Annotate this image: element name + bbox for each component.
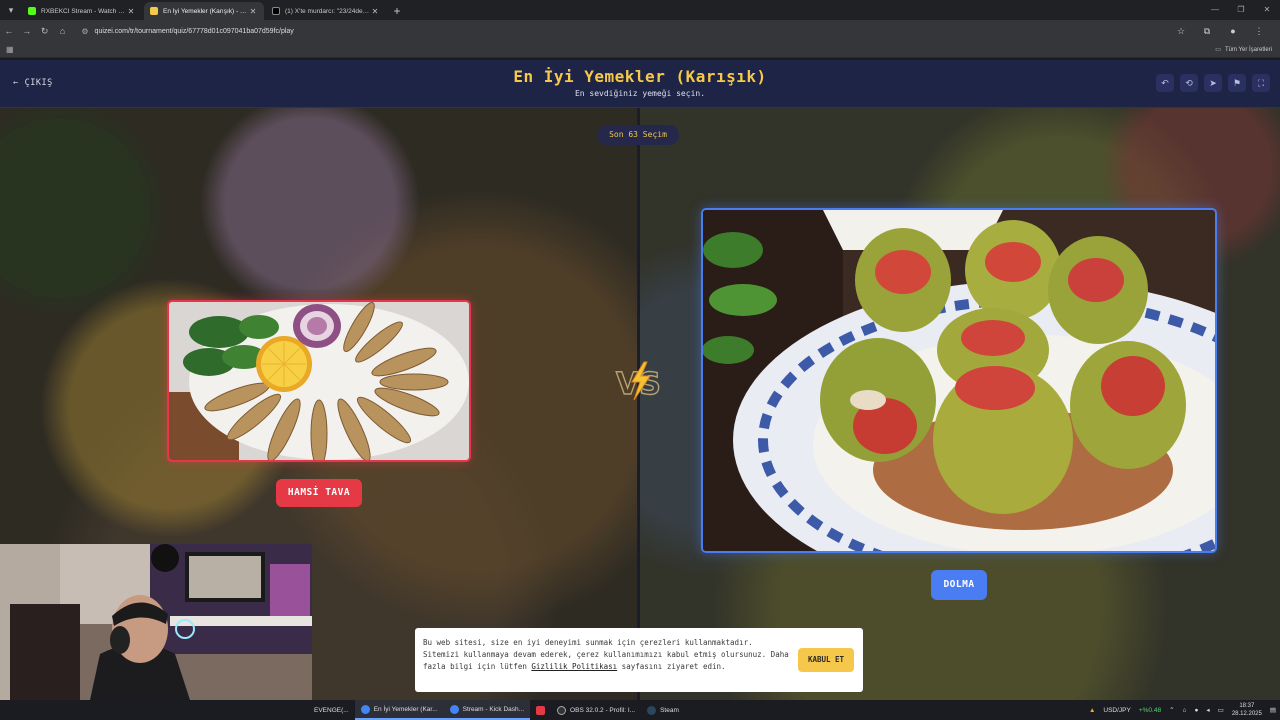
flag-icon[interactable]: ⚑ (1228, 74, 1246, 92)
browser-tab[interactable]: RXBEKCI Stream - Watch Live o ✕ (22, 2, 142, 20)
battery-icon[interactable]: ▭ (1218, 706, 1224, 714)
clock-time: 18:37 (1239, 703, 1255, 709)
right-option-button[interactable]: DOLMA (931, 570, 987, 600)
dolma-photo (703, 210, 1215, 551)
bookmark-star-icon[interactable]: ☆ (1168, 26, 1194, 37)
taskbar-item-obs[interactable]: OBS 32.0.2 - Profil: I... (551, 700, 641, 720)
new-tab-button[interactable]: + (388, 2, 406, 20)
forward-icon[interactable]: → (18, 26, 36, 36)
taskbar-item-label: Steam (660, 706, 679, 714)
matchup-stage: Son 63 Seçim HAMSİ TAVA VS DOLMA Bu web … (0, 108, 1280, 700)
volume-icon[interactable]: ◂ (1206, 706, 1209, 714)
reload-icon[interactable]: ↻ (36, 26, 54, 37)
right-option-image[interactable] (701, 208, 1217, 553)
privacy-policy-link[interactable]: Gizlilik Politikası (531, 662, 617, 671)
close-tab-icon[interactable]: ✕ (248, 7, 258, 16)
taskbar-item[interactable]: EVENGE(... (308, 700, 355, 720)
notifications-icon[interactable]: ▤ (1270, 706, 1276, 714)
address-bar-row: ← → ↻ ⌂ ⚙ quizei.com/tr/tournament/quiz/… (0, 20, 1280, 42)
quiz-header: ← ÇIKIŞ En İyi Yemekler (Karışık) En sev… (0, 60, 1280, 108)
clock-date: 28.12.2025 (1231, 711, 1262, 717)
maximize-icon[interactable]: ❐ (1228, 0, 1254, 20)
send-icon[interactable]: ➤ (1204, 74, 1222, 92)
kick-favicon-icon (28, 7, 36, 15)
all-bookmarks-label: Tüm Yer İşaretleri (1224, 46, 1272, 53)
obs-icon (557, 705, 567, 715)
fullscreen-icon[interactable]: ⛶ (1252, 74, 1270, 92)
tray-chevron-icon[interactable]: ⌃ (1169, 706, 1174, 714)
left-option-button[interactable]: HAMSİ TAVA (276, 479, 362, 507)
taskbar-item-label: EVENGE(... (314, 706, 349, 714)
close-tab-icon[interactable]: ✕ (126, 7, 136, 16)
system-tray: ▲ USD/JPY +%0.48 ⌃ ⌂ ● ◂ ▭ 18:37 28.12.2… (1089, 700, 1276, 720)
ticker-change: +%0.48 (1138, 706, 1162, 714)
url-field[interactable]: ⚙ quizei.com/tr/tournament/quiz/67778d01… (77, 23, 1168, 39)
tab-search-icon[interactable]: ▾ (0, 0, 22, 20)
home-icon[interactable]: ⌂ (54, 26, 72, 36)
taskbar-item-label: En İyi Yemekler (Kar... (373, 705, 438, 713)
url-text: quizei.com/tr/tournament/quiz/67778d01c0… (94, 27, 294, 35)
folder-icon: ▭ (1215, 47, 1221, 53)
taskbar-item-label: Stream - Kick Dash... (462, 705, 525, 713)
ticker-name: USD/JPY (1103, 706, 1131, 714)
steam-icon (647, 705, 657, 715)
hamsi-tava-photo (169, 302, 469, 460)
center-divider (637, 108, 640, 700)
all-bookmarks-button[interactable]: ▭ Tüm Yer İşaretleri (1215, 46, 1272, 54)
site-info-icon[interactable]: ⚙ (81, 27, 88, 36)
clock[interactable]: 18:37 28.12.2025 (1232, 702, 1262, 718)
cookie-message: Bu web sitesi, size en iyi deneyimi sunm… (423, 637, 793, 673)
browser-tab[interactable]: (1) X'te murdarcı: "23/24de na ✕ (266, 2, 386, 20)
extensions-icon[interactable]: ⧉ (1194, 26, 1220, 37)
vs-lightning-icon: VS (615, 361, 662, 402)
left-option-image[interactable] (167, 300, 471, 462)
tab-title: RXBEKCI Stream - Watch Live o (41, 7, 126, 15)
browser-tab-strip: ▾ RXBEKCI Stream - Watch Live o ✕ En İyi… (0, 0, 1280, 20)
stock-ticker-icon: ▲ (1088, 706, 1096, 714)
taskbar-item-label: OBS 32.0.2 - Profil: I... (570, 706, 636, 714)
tab-title: En İyi Yemekler (Karışık) - Tier li (163, 7, 248, 15)
taskbar-item-steam[interactable]: Steam (641, 700, 685, 720)
bookmarks-bar: ▦ ▭ Tüm Yer İşaretleri (0, 42, 1280, 58)
chrome-icon (449, 704, 459, 714)
microphone-icon[interactable]: ● (1194, 707, 1198, 714)
close-window-icon[interactable]: ✕ (1254, 0, 1280, 20)
share-icon[interactable]: ⟲ (1180, 74, 1198, 92)
app-icon (536, 705, 546, 715)
round-indicator: Son 63 Seçim (597, 125, 679, 145)
minimize-icon[interactable]: — (1202, 0, 1228, 20)
window-controls: — ❐ ✕ (1202, 0, 1280, 20)
quiz-title: En İyi Yemekler (Karışık) (513, 67, 767, 86)
cookie-text-after: sayfasını ziyaret edin. (617, 662, 726, 671)
undo-icon[interactable]: ↶ (1156, 74, 1174, 92)
quizei-favicon-icon (150, 7, 158, 15)
accept-cookies-button[interactable]: KABUL ET (798, 648, 854, 672)
browser-tab-active[interactable]: En İyi Yemekler (Karışık) - Tier li ✕ (144, 2, 264, 20)
chrome-icon (360, 704, 370, 714)
apps-grid-icon[interactable]: ▦ (6, 45, 14, 54)
webcam-feed (0, 544, 312, 700)
streamer-webcam-overlay (0, 544, 312, 700)
taskbar-item-app[interactable] (530, 700, 551, 720)
os-taskbar: EVENGE(... En İyi Yemekler (Kar... Strea… (0, 700, 1280, 720)
taskbar-item-chrome-quiz[interactable]: En İyi Yemekler (Kar... (354, 700, 444, 720)
network-icon[interactable]: ⌂ (1183, 707, 1187, 714)
cookie-banner: Bu web sitesi, size en iyi deneyimi sunm… (415, 628, 863, 692)
close-tab-icon[interactable]: ✕ (370, 7, 380, 16)
tab-title: (1) X'te murdarcı: "23/24de na (285, 7, 370, 15)
quiz-subtitle: En sevdiğiniz yemeği seçin. (574, 89, 706, 98)
browser-menu-icon[interactable]: ⋮ (1246, 26, 1272, 37)
x-favicon-icon (272, 7, 280, 15)
profile-avatar[interactable]: ● (1220, 26, 1246, 37)
back-icon[interactable]: ← (0, 26, 18, 36)
taskbar-item-chrome-stream[interactable]: Stream - Kick Dash... (443, 700, 531, 720)
